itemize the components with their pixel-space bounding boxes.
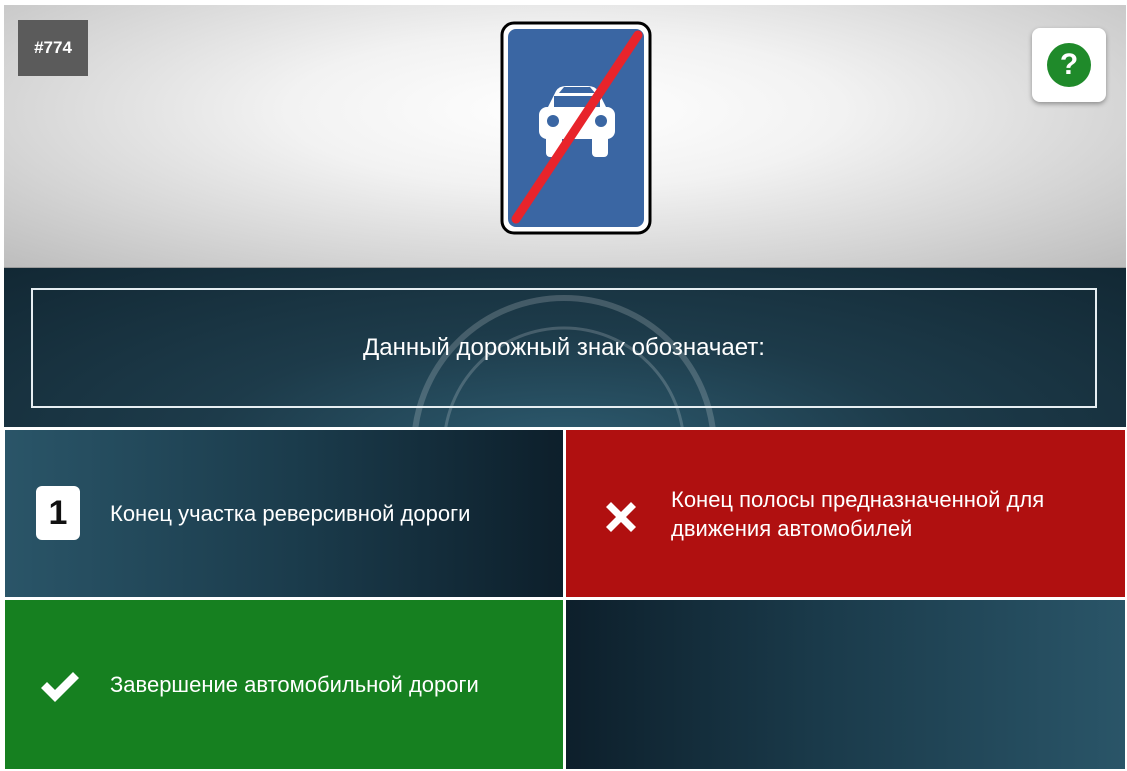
question-mark-icon: ? bbox=[1047, 43, 1091, 87]
question-band: Данный дорожный знак обозначает: bbox=[4, 268, 1126, 427]
answer-option-empty bbox=[566, 600, 1125, 769]
question-text: Данный дорожный знак обозначает: bbox=[31, 288, 1097, 408]
help-button[interactable]: ? bbox=[1032, 28, 1106, 102]
answer-text: Конец полосы предназначенной для движени… bbox=[671, 486, 1045, 541]
checkmark-icon bbox=[41, 672, 79, 702]
answer-option-3[interactable]: Завершение автомобильной дороги bbox=[5, 600, 563, 769]
answer-text: Конец участка реверсивной дороги bbox=[110, 501, 471, 526]
answer-text: Завершение автомобильной дороги bbox=[110, 672, 479, 697]
road-sign-icon bbox=[500, 21, 652, 235]
answer-option-1[interactable]: 1 Конец участка реверсивной дороги bbox=[5, 430, 563, 597]
answer-number-badge: 1 bbox=[36, 486, 80, 540]
quiz-card: #774 ? Данный дорожный знак обозначает: … bbox=[4, 5, 1126, 769]
cross-icon bbox=[606, 502, 636, 532]
answer-option-2[interactable]: Конец полосы предназначенной для движени… bbox=[566, 430, 1125, 597]
sign-panel: #774 ? bbox=[4, 5, 1126, 268]
question-number-badge: #774 bbox=[18, 20, 88, 76]
